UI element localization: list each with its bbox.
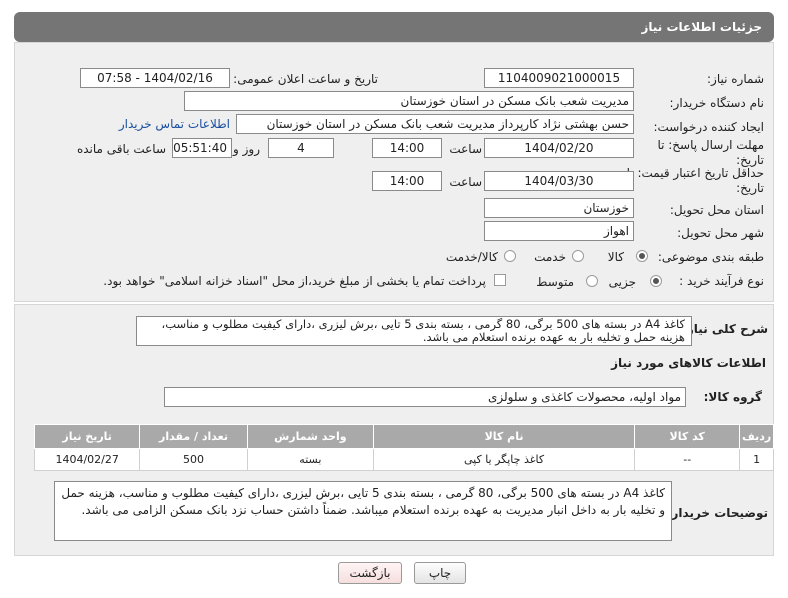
- remaining-label: ساعت باقی مانده: [76, 142, 166, 156]
- category-goods-service-radio[interactable]: [504, 250, 516, 262]
- row-unit: بسته: [246, 448, 375, 471]
- goods-section-title: اطلاعات کالاهای مورد نیاز: [611, 356, 766, 370]
- goods-table: ردیف کد کالا نام کالا واحد شمارش تعداد /…: [33, 424, 774, 471]
- table-row: 1 -- کاغذ چاپگر یا کپی بسته 500 1404/02/…: [33, 448, 774, 471]
- deadline-time-label: ساعت: [449, 142, 482, 156]
- province-field: خوزستان: [484, 198, 634, 218]
- treasury-note: پرداخت تمام یا بخشی از مبلغ خرید،از محل …: [103, 274, 486, 288]
- announce-label: تاریخ و ساعت اعلان عمومی:: [233, 72, 378, 86]
- need-number-label: شماره نیاز:: [707, 72, 764, 86]
- col-date: تاریخ نیاز: [33, 424, 141, 449]
- goods-group-field: مواد اولیه، محصولات کاغذی و سلولزی: [164, 387, 686, 407]
- buyer-notes-label: توضیحات خریدار:: [666, 506, 768, 520]
- process-label: نوع فرآیند خرید :: [679, 274, 764, 288]
- back-button[interactable]: بازگشت: [338, 562, 402, 584]
- row-name: کاغذ چاپگر یا کپی: [372, 448, 636, 471]
- validity-date-field: 1404/03/30: [484, 171, 634, 191]
- col-unit: واحد شمارش: [246, 424, 375, 449]
- row-number: 1: [739, 448, 774, 471]
- creator-label: ایجاد کننده درخواست:: [653, 120, 764, 134]
- row-date: 1404/02/27: [33, 448, 141, 471]
- deadline-label: مهلت ارسال پاسخ: تا تاریخ:: [657, 138, 764, 167]
- buyer-org-label: نام دستگاه خریدار:: [669, 96, 765, 110]
- row-qty: 500: [139, 448, 248, 471]
- col-name: نام کالا: [372, 424, 636, 449]
- remaining-time-field: 05:51:40: [172, 138, 232, 158]
- col-code: کد کالا: [634, 424, 741, 449]
- print-button[interactable]: چاپ: [414, 562, 466, 584]
- city-label: شهر محل تحویل:: [677, 226, 764, 240]
- days-field: 4: [268, 138, 334, 158]
- col-row: ردیف: [739, 424, 774, 449]
- goods-table-header: ردیف کد کالا نام کالا واحد شمارش تعداد /…: [33, 424, 774, 449]
- validity-time-field: 14:00: [372, 171, 442, 191]
- city-field: اهواز: [484, 221, 634, 241]
- description-text: کاغذ A4 در بسته های 500 برگی، 80 گرمی ، …: [136, 316, 692, 346]
- treasury-checkbox[interactable]: [494, 274, 506, 286]
- header-bar: جزئیات اطلاعات نیاز: [14, 12, 774, 42]
- deadline-date-field: 1404/02/20: [484, 138, 634, 158]
- category-service-label: خدمت: [534, 250, 566, 264]
- validity-time-label: ساعت: [449, 175, 482, 189]
- category-goods-label: کالا: [607, 250, 624, 264]
- row-code: --: [634, 448, 741, 471]
- process-medium-radio[interactable]: [586, 275, 598, 287]
- process-minor-label: جزیی: [608, 275, 636, 289]
- deadline-time-field: 14:00: [372, 138, 442, 158]
- category-service-radio[interactable]: [572, 250, 584, 262]
- category-goods-radio[interactable]: [636, 250, 648, 262]
- description-label: شرح کلی نیاز:: [682, 322, 768, 336]
- process-medium-label: متوسط: [536, 275, 574, 289]
- creator-field: حسن بهشتی نژاد کارپرداز مدیریت شعب بانک …: [236, 114, 634, 134]
- goods-group-label: گروه کالا:: [703, 390, 762, 404]
- buyer-notes-text: کاغذ A4 در بسته های 500 برگی، 80 گرمی ، …: [54, 481, 672, 541]
- validity-label: حداقل تاریخ اعتبار قیمت: تا تاریخ:: [626, 166, 764, 195]
- page-title: جزئیات اطلاعات نیاز: [641, 20, 762, 34]
- buyer-org-field: مدیریت شعب بانک مسکن در استان خوزستان: [184, 91, 634, 111]
- buyer-contact-link[interactable]: اطلاعات تماس خریدار: [119, 117, 230, 131]
- category-label: طبقه بندی موضوعی:: [657, 250, 764, 264]
- province-label: استان محل تحویل:: [669, 203, 764, 217]
- process-minor-radio[interactable]: [650, 275, 662, 287]
- announce-field: 1404/02/16 - 07:58: [80, 68, 230, 88]
- days-label: روز و: [233, 142, 260, 156]
- category-goods-service-label: کالا/خدمت: [445, 250, 498, 264]
- col-qty: تعداد / مقدار: [139, 424, 248, 449]
- need-number-field: 1104009021000015: [484, 68, 634, 88]
